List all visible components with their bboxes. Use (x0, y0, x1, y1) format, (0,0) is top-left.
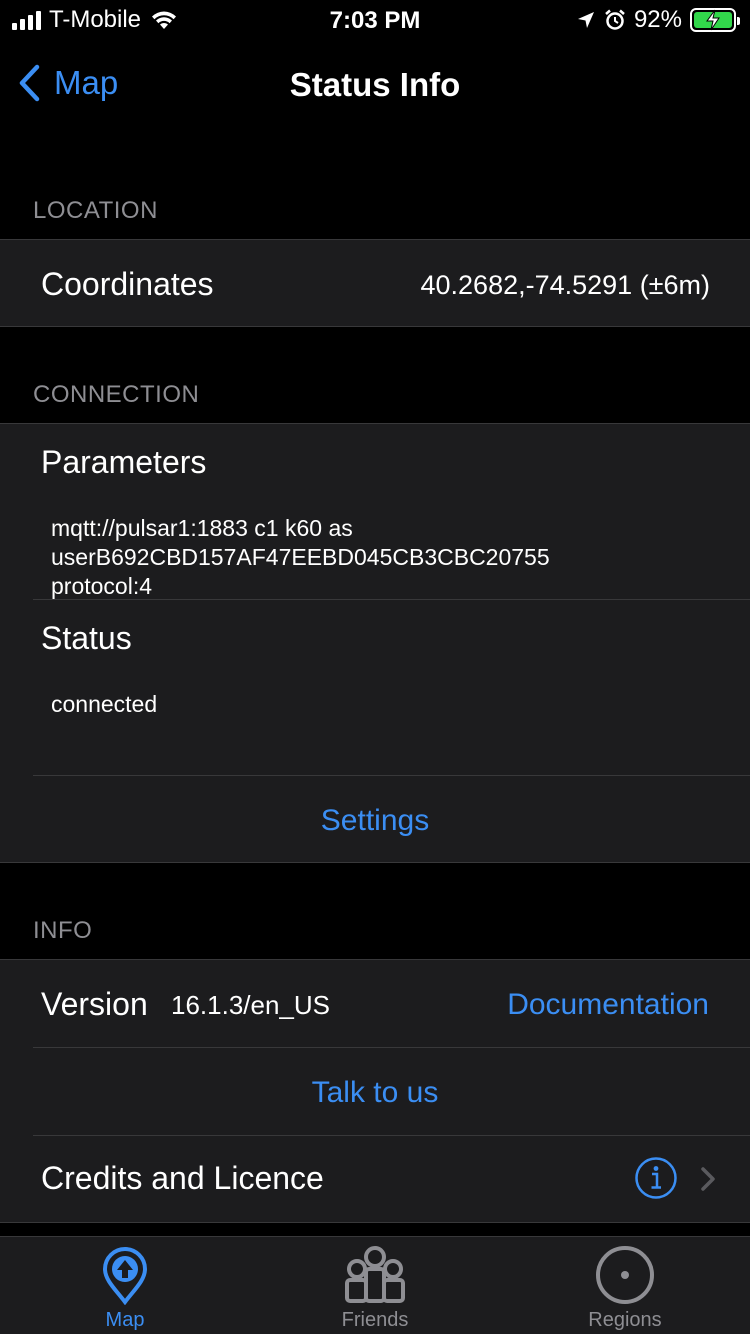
coordinates-label: Coordinates (41, 266, 214, 302)
credits-label: Credits and Licence (41, 1160, 324, 1196)
documentation-link[interactable]: Documentation (507, 988, 709, 1022)
charging-bolt-icon (706, 9, 720, 31)
status-row[interactable]: Status connected (0, 600, 750, 775)
status-bar: T-Mobile 7:03 PM 92% (0, 0, 750, 40)
version-label: Version (41, 986, 148, 1022)
parameters-label: Parameters (41, 444, 207, 480)
regions-icon (596, 1246, 654, 1304)
tab-bar: Map Friends Regions (0, 1236, 750, 1334)
status-bar-right: 92% (576, 6, 740, 34)
status-label: Status (41, 620, 132, 656)
connection-group: Parameters mqtt://pulsar1:1883 c1 k60 as… (0, 423, 750, 863)
version-row: Version 16.1.3/en_US Documentation (0, 960, 750, 1047)
navigation-bar: Map Status Info (0, 40, 750, 128)
talk-to-us-link[interactable]: Talk to us (0, 1076, 750, 1110)
tab-map[interactable]: Map (0, 1237, 250, 1334)
info-group: Version 16.1.3/en_US Documentation Talk … (0, 959, 750, 1223)
tab-map-label: Map (105, 1309, 145, 1331)
alarm-icon (605, 9, 625, 30)
connection-section-header: CONNECTION (33, 381, 200, 408)
parameters-row[interactable]: Parameters mqtt://pulsar1:1883 c1 k60 as… (0, 424, 750, 599)
battery-percentage: 92% (633, 6, 682, 33)
tab-regions-label: Regions (588, 1309, 662, 1331)
page-title: Status Info (289, 66, 461, 103)
version-value: 16.1.3/en_US (171, 990, 331, 1020)
location-group: Coordinates 40.2682,-74.5291 (±6m) (0, 239, 750, 327)
info-section-header: INFO (33, 917, 93, 944)
map-pin-icon (102, 1247, 148, 1305)
tab-friends-label: Friends (341, 1309, 409, 1331)
tab-friends[interactable]: Friends (250, 1237, 500, 1334)
parameters-value: mqtt://pulsar1:1883 c1 k60 as userB692CB… (51, 514, 550, 601)
parameters-line-3: protocol:4 (51, 573, 153, 599)
battery-icon (690, 8, 740, 32)
talk-to-us-row[interactable]: Talk to us (0, 1048, 750, 1135)
chevron-right-icon (701, 1167, 715, 1191)
location-arrow-icon (577, 12, 594, 28)
tab-regions[interactable]: Regions (500, 1237, 750, 1334)
settings-row[interactable]: Settings (0, 776, 750, 864)
friends-icon (345, 1246, 405, 1303)
location-section-header: LOCATION (33, 197, 158, 224)
credits-row[interactable]: Credits and Licence (0, 1136, 750, 1223)
info-icon[interactable] (634, 1156, 678, 1200)
status-value: connected (51, 691, 158, 717)
coordinates-value: 40.2682,-74.5291 (±6m) (420, 270, 711, 300)
settings-link[interactable]: Settings (0, 804, 750, 838)
coordinates-row[interactable]: Coordinates 40.2682,-74.5291 (±6m) (0, 240, 750, 328)
parameters-line-2: userB692CBD157AF47EEBD045CB3CBC20755 (51, 544, 550, 570)
parameters-line-1: mqtt://pulsar1:1883 c1 k60 as (51, 515, 353, 541)
